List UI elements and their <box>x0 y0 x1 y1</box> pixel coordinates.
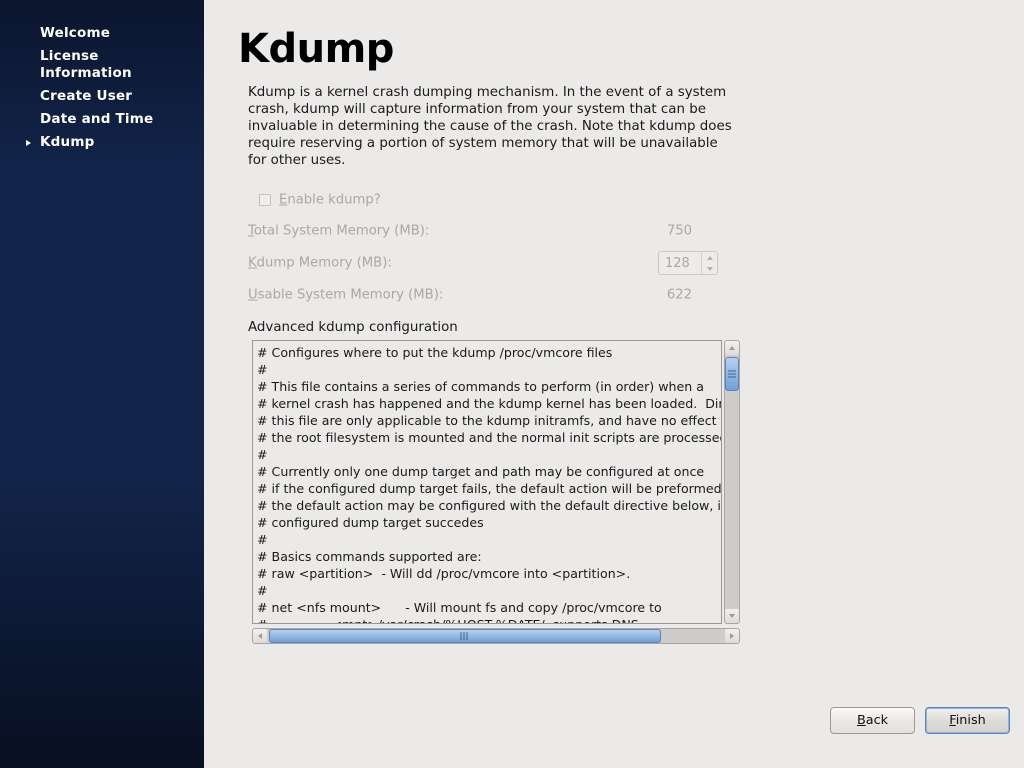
mnemonic-letter: U <box>248 288 258 303</box>
mnemonic-letter: K <box>248 256 257 271</box>
finish-button-label: Finish <box>949 713 985 728</box>
config-line: # kernel crash has happened and the kdum… <box>257 395 721 412</box>
spinner-decrement-icon[interactable] <box>702 263 717 274</box>
usable-system-memory-value: 622 <box>667 288 692 303</box>
kdump-memory-spinner[interactable]: 128 <box>658 251 718 275</box>
spinner-increment-icon[interactable] <box>702 252 717 263</box>
kdump-form: Enable kdump? Total System Memory (MB): … <box>248 185 718 311</box>
sidebar-item-license-information[interactable]: License Information <box>0 45 204 85</box>
mnemonic-letter: T <box>248 224 254 239</box>
advanced-config-editor: # Configures where to put the kdump /pro… <box>252 340 740 646</box>
config-line: # if the configured dump target fails, t… <box>257 480 721 497</box>
spinner-buttons <box>701 252 717 274</box>
advanced-config-label: Advanced kdump configuration <box>248 320 458 335</box>
sidebar-item-label: Welcome <box>40 25 110 41</box>
intro-description: Kdump is a kernel crash dumping mechanis… <box>248 84 740 169</box>
scroll-up-icon[interactable] <box>725 341 739 355</box>
sidebar-item-kdump[interactable]: Kdump <box>0 131 204 154</box>
total-system-memory-row: Total System Memory (MB): 750 <box>248 215 718 247</box>
sidebar-item-date-and-time[interactable]: Date and Time <box>0 108 204 131</box>
scroll-left-icon[interactable] <box>253 629 267 643</box>
current-page-arrow-icon <box>26 140 31 146</box>
mnemonic-letter: E <box>279 193 287 208</box>
vertical-scrollbar[interactable] <box>724 340 740 624</box>
sidebar-item-label: License Information <box>40 48 132 81</box>
scroll-right-icon[interactable] <box>725 629 739 643</box>
config-line: # Currently only one dump target and pat… <box>257 463 721 480</box>
horizontal-scrollbar-thumb[interactable] <box>269 629 661 643</box>
config-line: # net <nfs mount> - Will mount fs and co… <box>257 599 721 616</box>
sidebar-item-label: Create User <box>40 88 132 104</box>
sidebar-item-create-user[interactable]: Create User <box>0 85 204 108</box>
config-line: # Basics commands supported are: <box>257 548 721 565</box>
finish-button[interactable]: Finish <box>925 707 1010 734</box>
config-line: # <box>257 446 721 463</box>
config-line: # This file contains a series of command… <box>257 378 721 395</box>
config-line: # <box>257 531 721 548</box>
sidebar-item-label: Date and Time <box>40 111 153 127</box>
enable-kdump-label: Enable kdump? <box>279 193 381 208</box>
enable-kdump-checkbox[interactable] <box>259 194 271 206</box>
config-line: # <box>257 361 721 378</box>
config-line: # configured dump target succedes <box>257 514 721 531</box>
sidebar: Welcome License Information Create User … <box>0 0 204 768</box>
horizontal-scrollbar[interactable] <box>252 628 740 644</box>
config-line: # raw <partition> - Will dd /proc/vmcore… <box>257 565 721 582</box>
sidebar-item-label: Kdump <box>40 134 94 150</box>
vertical-scrollbar-thumb[interactable] <box>725 357 739 391</box>
usable-system-memory-row: Usable System Memory (MB): 622 <box>248 279 718 311</box>
sidebar-item-welcome[interactable]: Welcome <box>0 22 204 45</box>
config-line: # <box>257 582 721 599</box>
button-bar: Back Finish <box>830 707 1010 734</box>
editor-body: # Configures where to put the kdump /pro… <box>252 340 740 624</box>
kdump-memory-label: Kdump Memory (MB): <box>248 256 392 271</box>
kdump-memory-row: Kdump Memory (MB): 128 <box>248 247 718 279</box>
config-line: # Configures where to put the kdump /pro… <box>257 344 721 361</box>
config-line: # this file are only applicable to the k… <box>257 412 721 429</box>
back-button[interactable]: Back <box>830 707 915 734</box>
grip-icon <box>728 371 736 378</box>
mnemonic-letter: F <box>949 713 955 728</box>
scroll-down-icon[interactable] <box>725 609 739 623</box>
kdump-configuration-screen: Welcome License Information Create User … <box>0 0 1024 768</box>
grip-icon <box>461 632 470 640</box>
config-line: # <mnt>/var/crash/%HOST-%DATE/, supports… <box>257 616 721 624</box>
kdump-memory-value: 128 <box>659 252 701 274</box>
config-textarea[interactable]: # Configures where to put the kdump /pro… <box>252 340 722 624</box>
mnemonic-letter: B <box>857 713 866 728</box>
total-system-memory-label: Total System Memory (MB): <box>248 224 429 239</box>
back-button-label: Back <box>857 713 888 728</box>
config-line: # the default action may be configured w… <box>257 497 721 514</box>
page-title: Kdump <box>238 26 394 72</box>
usable-system-memory-label: Usable System Memory (MB): <box>248 288 443 303</box>
config-line: # the root filesystem is mounted and the… <box>257 429 721 446</box>
enable-kdump-row: Enable kdump? <box>248 185 718 215</box>
total-system-memory-value: 750 <box>667 224 692 239</box>
main-content: Kdump Kdump is a kernel crash dumping me… <box>204 0 1024 768</box>
sidebar-nav: Welcome License Information Create User … <box>0 0 204 154</box>
